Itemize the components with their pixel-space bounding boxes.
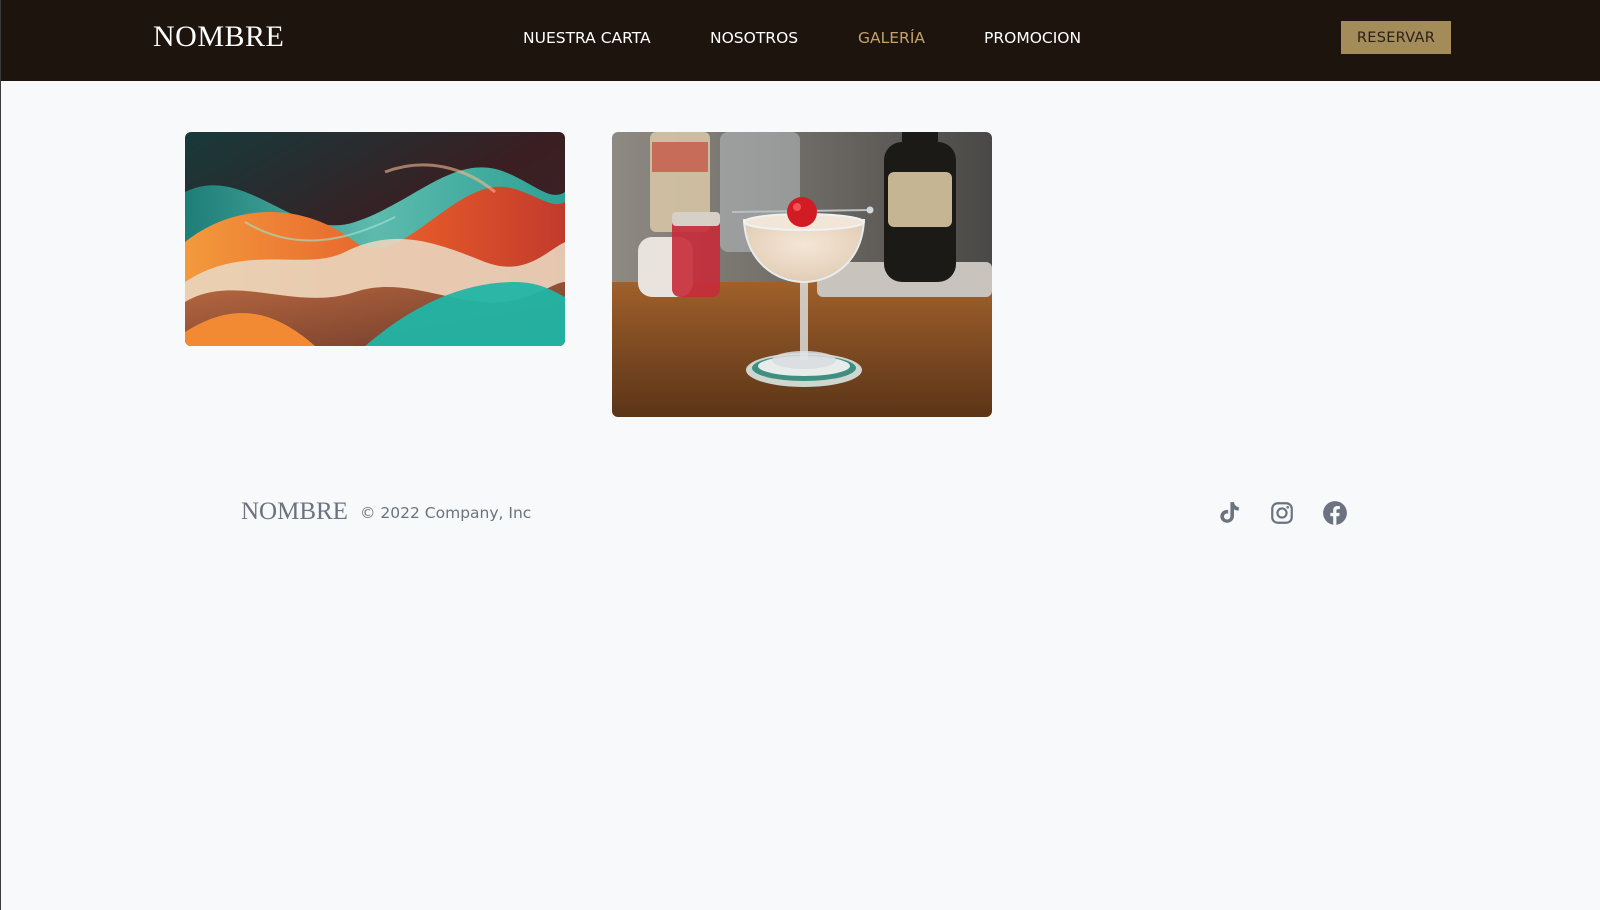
- brand-logo[interactable]: NOMBRE: [153, 20, 284, 54]
- top-navbar: NOMBRE NUESTRA CARTA NOSOTROS GALERÍA PR…: [1, 0, 1600, 81]
- instagram-icon[interactable]: [1269, 500, 1295, 526]
- footer-brand[interactable]: NOMBRE: [241, 498, 348, 526]
- nav-link-galeria[interactable]: GALERÍA: [858, 29, 925, 47]
- cocktail-image[interactable]: [612, 132, 992, 417]
- facebook-icon[interactable]: [1322, 500, 1348, 526]
- nav-link-nuestra-carta[interactable]: NUESTRA CARTA: [523, 29, 651, 47]
- abstract-waves-image[interactable]: [185, 132, 565, 346]
- nav-link-promocion[interactable]: PROMOCION: [984, 29, 1081, 47]
- reserve-button[interactable]: RESERVAR: [1341, 21, 1451, 54]
- tiktok-icon[interactable]: [1216, 500, 1242, 526]
- nav-link-nosotros[interactable]: NOSOTROS: [710, 29, 798, 47]
- copyright-text: © 2022 Company, Inc: [360, 504, 532, 522]
